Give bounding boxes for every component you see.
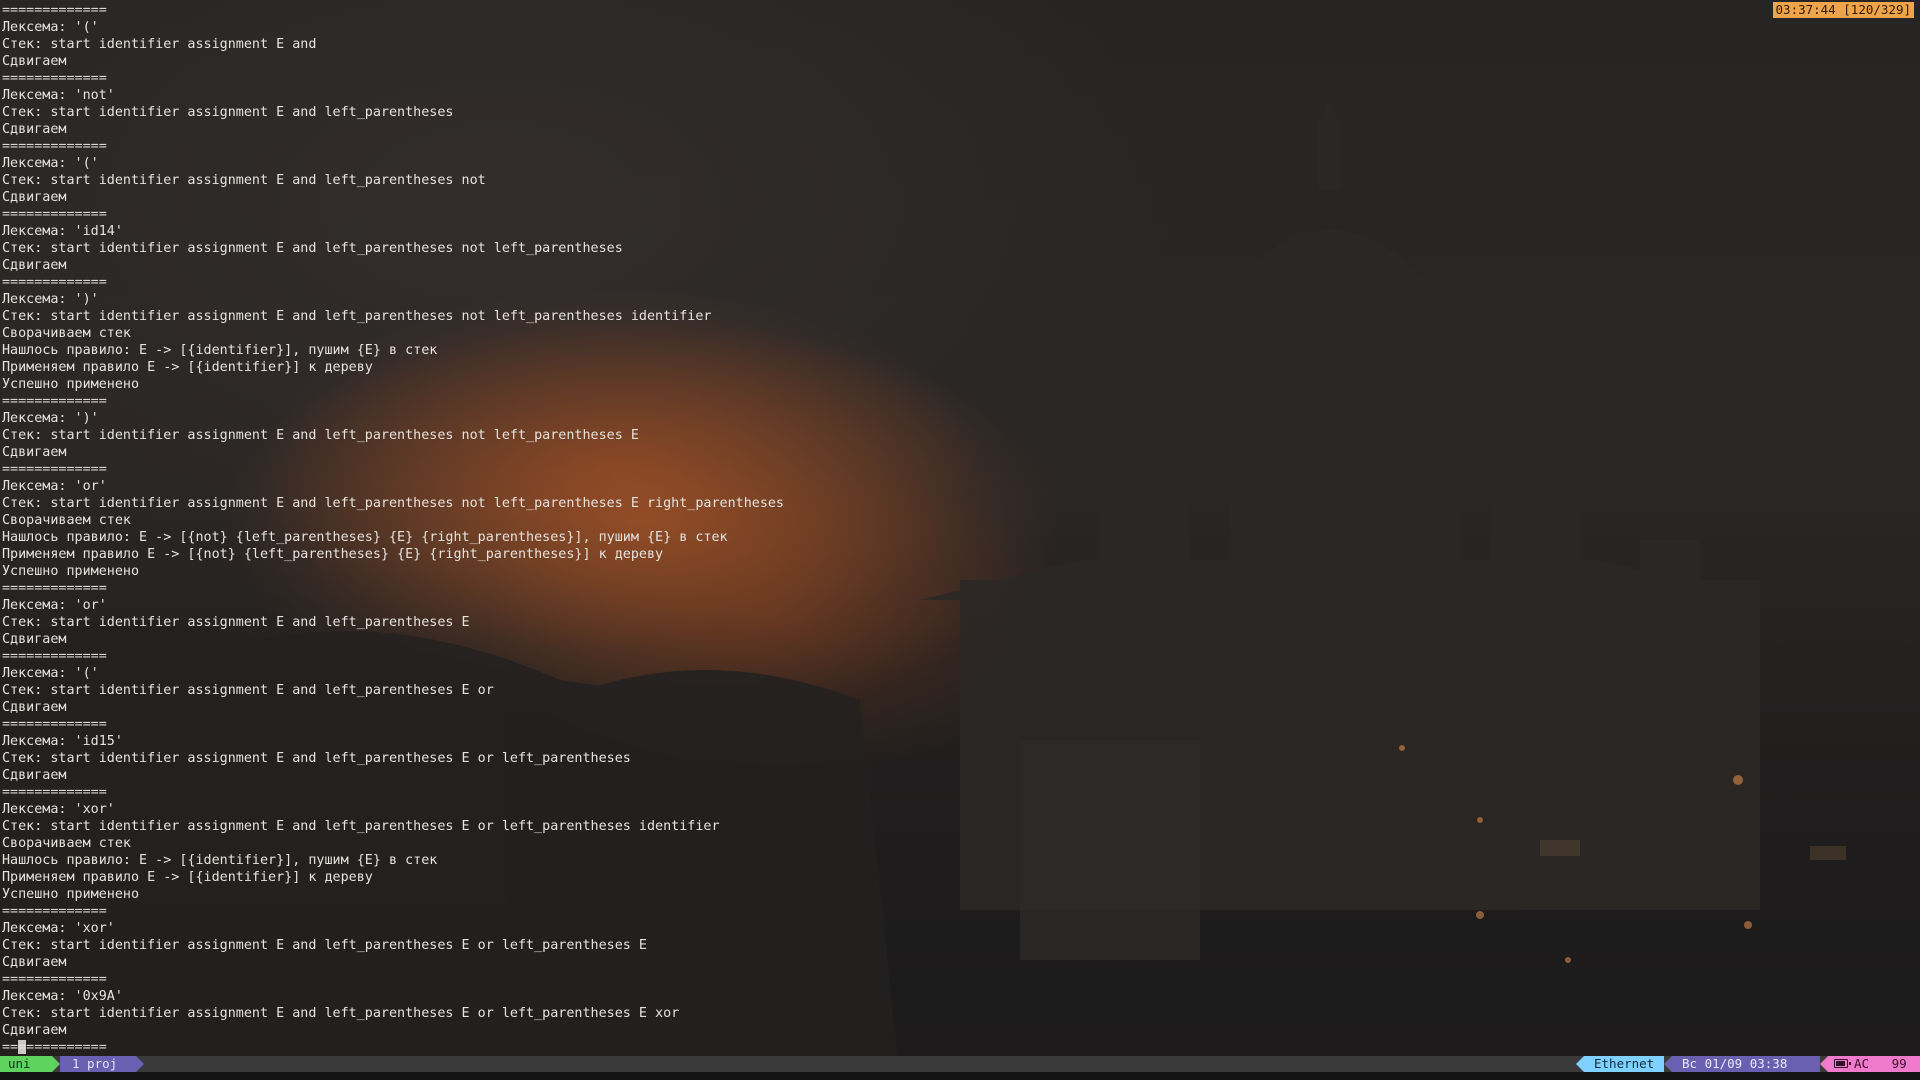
battery-percent: 99 [1891, 1056, 1907, 1071]
terminal-line: Сдвигаем [2, 1023, 67, 1038]
terminal-line: ============= [2, 581, 107, 596]
terminal-output[interactable]: ============= Лексема: '(' Стек: start ide… [2, 2, 1902, 1054]
terminal-line: Нашлось правило: E -> [{identifier}], пу… [2, 343, 438, 358]
battery-separator-icon [1820, 1056, 1828, 1072]
terminal-line: Стек: start identifier assignment E and … [2, 309, 712, 324]
terminal-line: Применяем правило E -> [{identifier}] к … [2, 360, 373, 375]
terminal-line: ============= [2, 785, 107, 800]
bottom-edge [0, 1072, 1920, 1080]
terminal-line: Успешно применено [2, 377, 140, 392]
power-source-label: AC [1854, 1056, 1870, 1071]
terminal-line: Применяем правило E -> [{not} {left_pare… [2, 547, 664, 562]
terminal-line: Стек: start identifier assignment E and … [2, 105, 454, 120]
terminal-line: Лексема: '(' [2, 666, 99, 681]
session-name[interactable]: uni [0, 1056, 52, 1072]
tmux-status-bar: uni 1 proj Ethernet Вс 01/09 03:38 AC 99 [0, 1056, 1920, 1072]
terminal-line: Стек: start identifier assignment E and … [2, 428, 639, 443]
terminal-line: Сдвигаем [2, 54, 67, 69]
terminal-line: Лексема: 'id15' [2, 734, 123, 749]
terminal-line: Сдвигаем [2, 632, 67, 647]
terminal-line: ============= [2, 649, 107, 664]
desktop-screen: ============= Лексема: '(' Стек: start ide… [0, 0, 1920, 1080]
terminal-line: ============= [2, 207, 107, 222]
terminal-line: Стек: start identifier assignment E and … [2, 751, 631, 766]
terminal-line: Лексема: 'id14' [2, 224, 123, 239]
battery-icon [1834, 1059, 1851, 1068]
terminal-line: Стек: start identifier assignment E and … [2, 819, 720, 834]
terminal-line: Лексема: '0x9A' [2, 989, 123, 1004]
terminal-line: Сворачиваем стек [2, 836, 131, 851]
terminal-line: Стек: start identifier assignment E and … [2, 173, 486, 188]
terminal-line: Стек: start identifier assignment E and … [2, 615, 470, 630]
clock-indicator: 03:37:44 [120/329] [1772, 2, 1914, 18]
terminal-line: Успешно применено [2, 564, 140, 579]
terminal-line: Стек: start identifier assignment E and [2, 37, 317, 52]
terminal-line: ============= [2, 1040, 107, 1054]
network-separator-icon [1576, 1056, 1584, 1072]
terminal-line: ============= [2, 275, 107, 290]
terminal-line: Сдвигаем [2, 190, 67, 205]
terminal-line: Лексема: '(' [2, 20, 99, 35]
terminal-line: Лексема: 'not' [2, 88, 115, 103]
terminal-line: Стек: start identifier assignment E and … [2, 683, 494, 698]
terminal-line: Лексема: '(' [2, 156, 99, 171]
network-status: Ethernet [1584, 1056, 1664, 1072]
terminal-line: ============= [2, 3, 107, 18]
terminal-line: Сворачиваем стек [2, 326, 131, 341]
terminal-line: Лексема: 'xor' [2, 921, 115, 936]
datetime-separator-icon [1664, 1056, 1672, 1072]
terminal-line: ============= [2, 972, 107, 987]
terminal-line: Сдвигаем [2, 768, 67, 783]
terminal-line: Нашлось правило: E -> [{not} {left_paren… [2, 530, 728, 545]
terminal-line: Стек: start identifier assignment E and … [2, 496, 784, 511]
terminal-line: Сворачиваем стек [2, 513, 131, 528]
terminal-line: ============= [2, 462, 107, 477]
window-separator-icon [136, 1056, 144, 1072]
terminal-line: ============= [2, 394, 107, 409]
terminal-line: Сдвигаем [2, 445, 67, 460]
terminal-line: Сдвигаем [2, 258, 67, 273]
session-separator-icon [52, 1056, 60, 1072]
terminal-line: Лексема: 'or' [2, 479, 107, 494]
terminal-line: ============= [2, 139, 107, 154]
terminal-line: ============= [2, 904, 107, 919]
datetime-status: Вс 01/09 03:38 [1672, 1056, 1820, 1072]
terminal-line: Сдвигаем [2, 122, 67, 137]
battery-status: AC 99 [1828, 1056, 1920, 1072]
terminal-line: ============= [2, 71, 107, 86]
terminal-cursor [18, 1040, 26, 1054]
window-tab-proj[interactable]: 1 proj [60, 1056, 136, 1072]
terminal-line: Применяем правило E -> [{identifier}] к … [2, 870, 373, 885]
terminal-line: Стек: start identifier assignment E and … [2, 938, 647, 953]
terminal-line: Стек: start identifier assignment E and … [2, 1006, 680, 1021]
terminal-line: Сдвигаем [2, 955, 67, 970]
terminal-line: Стек: start identifier assignment E and … [2, 241, 623, 256]
terminal-line: Лексема: ')' [2, 411, 99, 426]
terminal-line: Сдвигаем [2, 700, 67, 715]
terminal-line: Лексема: ')' [2, 292, 99, 307]
terminal-line: ============= [2, 717, 107, 732]
terminal-line: Успешно применено [2, 887, 140, 902]
terminal-line: Нашлось правило: E -> [{identifier}], пу… [2, 853, 438, 868]
terminal-line: Лексема: 'xor' [2, 802, 115, 817]
terminal-line: Лексема: 'or' [2, 598, 107, 613]
